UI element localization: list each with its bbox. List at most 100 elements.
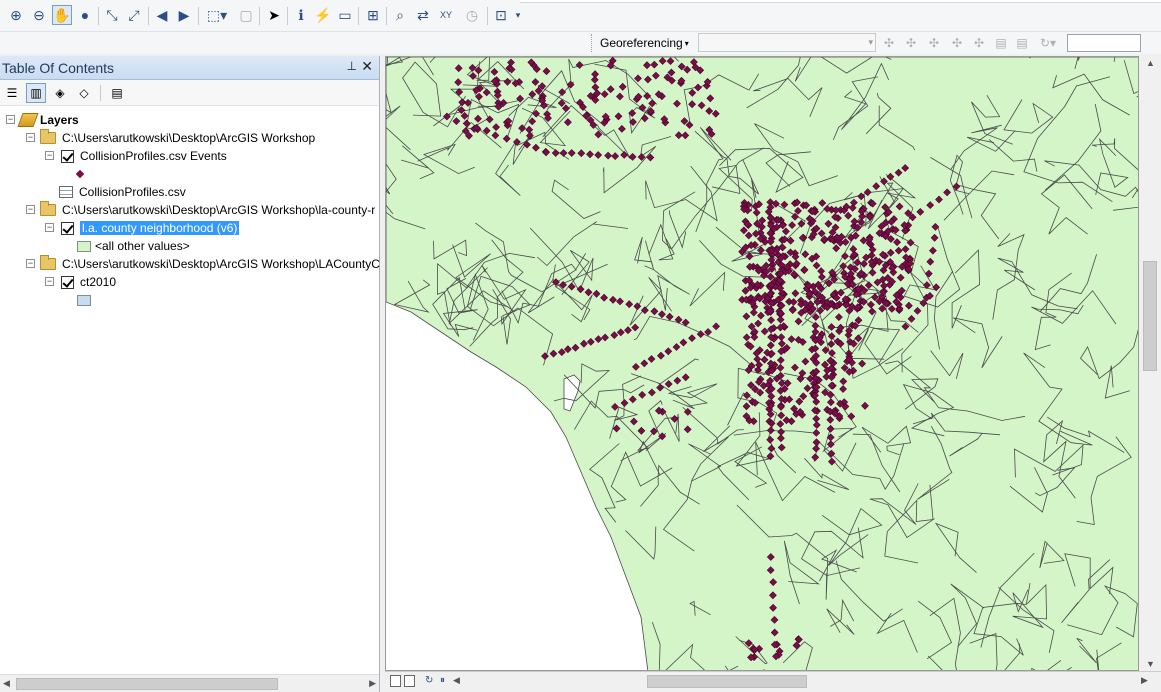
folder-label: C:\Users\arutkowski\Desktop\ArcGIS Works… [62,257,380,271]
point-symbol[interactable] [75,165,85,183]
scale-icon[interactable]: ✣ [970,35,988,51]
layer-visibility-checkbox[interactable] [61,149,74,163]
identify-icon[interactable]: ℹ [291,5,311,25]
toolbar-options-icon[interactable]: ▾ [512,5,524,25]
layer-visibility-checkbox[interactable] [61,221,74,235]
data-view-icon[interactable] [390,675,401,687]
create-viewer-icon[interactable]: ⊡ [491,5,511,25]
table-of-contents-panel: Table Of Contents ⊥ ✕ ☰ ▥ ◈ ◇ ▤ − Layers… [0,56,380,692]
toc-horizontal-scrollbar[interactable]: ◀ ▶ [0,674,379,692]
hyperlink-icon[interactable]: ⚡ [313,5,333,25]
refresh-icon[interactable]: ↻ [425,675,433,686]
folder-label: C:\Users\arutkowski\Desktop\ArcGIS Works… [62,131,316,145]
scroll-down-icon[interactable]: ▼ [1146,659,1155,669]
toc-title: Table Of Contents [2,59,115,76]
layers-root[interactable]: Layers [17,111,79,129]
standard-toolbar: ⊕ ⊖ ✋ ● ⤡ ⤢ ◀ ▶ ⬚▾ ▢ ➤ ℹ ⚡ ▭ ⊞ ⌕ ⇄ XY ◷ … [0,0,1161,32]
collapse-icon[interactable]: − [6,115,15,124]
chevron-down-icon: ▾ [868,37,873,47]
zoom-out-icon[interactable]: ⊖ [29,5,49,25]
layer-ct2010[interactable]: ct2010 [61,273,116,291]
top-strip [520,0,1161,3]
close-icon[interactable]: ✕ [361,58,373,75]
zoom-in-icon[interactable]: ⊕ [6,5,26,25]
shift-icon[interactable]: ✣ [948,35,966,51]
time-slider-icon[interactable]: ◷ [462,5,482,25]
add-control-points-icon[interactable]: ✣ [880,35,898,51]
list-by-selection-icon[interactable]: ◇ [74,83,94,103]
folder-la-county[interactable]: C:\Users\arutkowski\Desktop\ArcGIS Works… [40,201,375,219]
layout-view-icon[interactable] [404,675,415,687]
scroll-thumb[interactable] [647,675,807,688]
folder-label: C:\Users\arutkowski\Desktop\ArcGIS Works… [62,203,376,217]
toc-title-bar: Table Of Contents ⊥ ✕ [0,56,379,80]
back-extent-icon[interactable]: ◀ [152,5,172,25]
polygon-symbol[interactable] [77,291,91,309]
collapse-icon[interactable]: − [26,259,35,268]
fixed-zoom-in-icon[interactable]: ⤡ [102,5,122,25]
collapse-icon[interactable]: − [45,151,54,160]
find-route-icon[interactable]: ⇄ [413,5,433,25]
scroll-thumb[interactable] [1143,261,1157,371]
layer-label-selected: l.a. county neighborhood (v6) [80,221,240,235]
list-by-drawing-order-icon[interactable]: ☰ [2,83,22,103]
measure-icon[interactable]: ⊞ [363,5,383,25]
list-by-source-icon[interactable]: ▥ [26,82,46,103]
layer-neighborhood[interactable]: l.a. county neighborhood (v6) [61,219,240,237]
map-view[interactable] [385,56,1139,671]
collapse-icon[interactable]: − [45,277,54,286]
view-link-table-icon[interactable]: ▤ [992,35,1010,51]
georeferencing-menu[interactable]: Georeferencing ▾ [591,34,695,52]
go-to-xy-icon[interactable]: XY [436,5,456,25]
forward-extent-icon[interactable]: ▶ [174,5,194,25]
select-elements-icon[interactable]: ➤ [264,5,284,25]
point-symbol-icon [75,169,85,179]
scale-input[interactable] [1067,34,1141,52]
scroll-left-icon[interactable]: ◀ [453,675,460,686]
symbol-class-label: <all other values> [95,239,190,253]
scroll-up-icon[interactable]: ▲ [1146,58,1155,68]
auto-adjust-icon[interactable]: ✣ [902,35,920,51]
folder-arcgis-workshop[interactable]: C:\Users\arutkowski\Desktop\ArcGIS Works… [40,129,315,147]
pin-icon[interactable]: ⊥ [347,59,357,73]
folder-la-county-c[interactable]: C:\Users\arutkowski\Desktop\ArcGIS Works… [40,255,380,273]
scroll-right-icon[interactable]: ▶ [1141,675,1148,686]
georeferencing-label: Georeferencing [600,36,683,50]
table-collision-profiles[interactable]: CollisionProfiles.csv [59,183,186,201]
georef-layer-select[interactable]: ▾ [698,33,876,52]
layers-root-label: Layers [40,113,79,127]
symbol-class-row[interactable]: <all other values> [77,237,190,255]
scroll-right-icon[interactable]: ▶ [369,678,376,689]
toc-toolbar: ☰ ▥ ◈ ◇ ▤ [0,80,379,106]
clear-selection-icon[interactable]: ▢ [236,5,256,25]
options-icon[interactable]: ▤ [107,83,127,103]
collapse-icon[interactable]: − [26,205,35,214]
map-canvas[interactable] [386,57,1139,671]
layer-visibility-checkbox[interactable] [61,275,74,289]
pan-icon[interactable]: ✋ [52,5,72,25]
collapse-icon[interactable]: − [45,223,54,232]
layer-collision-events[interactable]: CollisionProfiles.csv Events [61,147,227,165]
viewer-icon[interactable]: ▤ [1013,35,1031,51]
table-label: CollisionProfiles.csv [79,185,186,199]
list-by-visibility-icon[interactable]: ◈ [50,83,70,103]
scroll-left-icon[interactable]: ◀ [3,678,10,689]
full-extent-icon[interactable]: ● [75,5,95,25]
layers-icon [17,113,39,127]
georeferencing-toolbar: Georeferencing ▾ ▾ ✣ ✣ ✣ ✣ ✣ ▤ ▤ ↻▾ [0,32,1161,54]
folder-icon [40,255,56,270]
fixed-zoom-out-icon[interactable]: ⤢ [124,5,144,25]
map-status-bar: ↻ ⏸ ◀ ▶ [385,671,1161,692]
select-features-icon[interactable]: ⬚▾ [202,5,232,25]
update-display-icon[interactable]: ↻▾ [1036,35,1060,51]
html-popup-icon[interactable]: ▭ [335,5,355,25]
scroll-thumb[interactable] [16,678,278,690]
polygon-symbol-icon [77,240,91,252]
map-vertical-scrollbar[interactable]: ▲ ▼ [1140,56,1161,671]
folder-icon [40,129,56,144]
rotate-icon[interactable]: ✣ [925,35,943,51]
layer-tree: − Layers − C:\Users\arutkowski\Desktop\A… [0,106,380,666]
find-icon[interactable]: ⌕ [390,5,410,25]
pause-drawing-icon[interactable]: ⏸ [440,675,445,686]
collapse-icon[interactable]: − [26,133,35,142]
